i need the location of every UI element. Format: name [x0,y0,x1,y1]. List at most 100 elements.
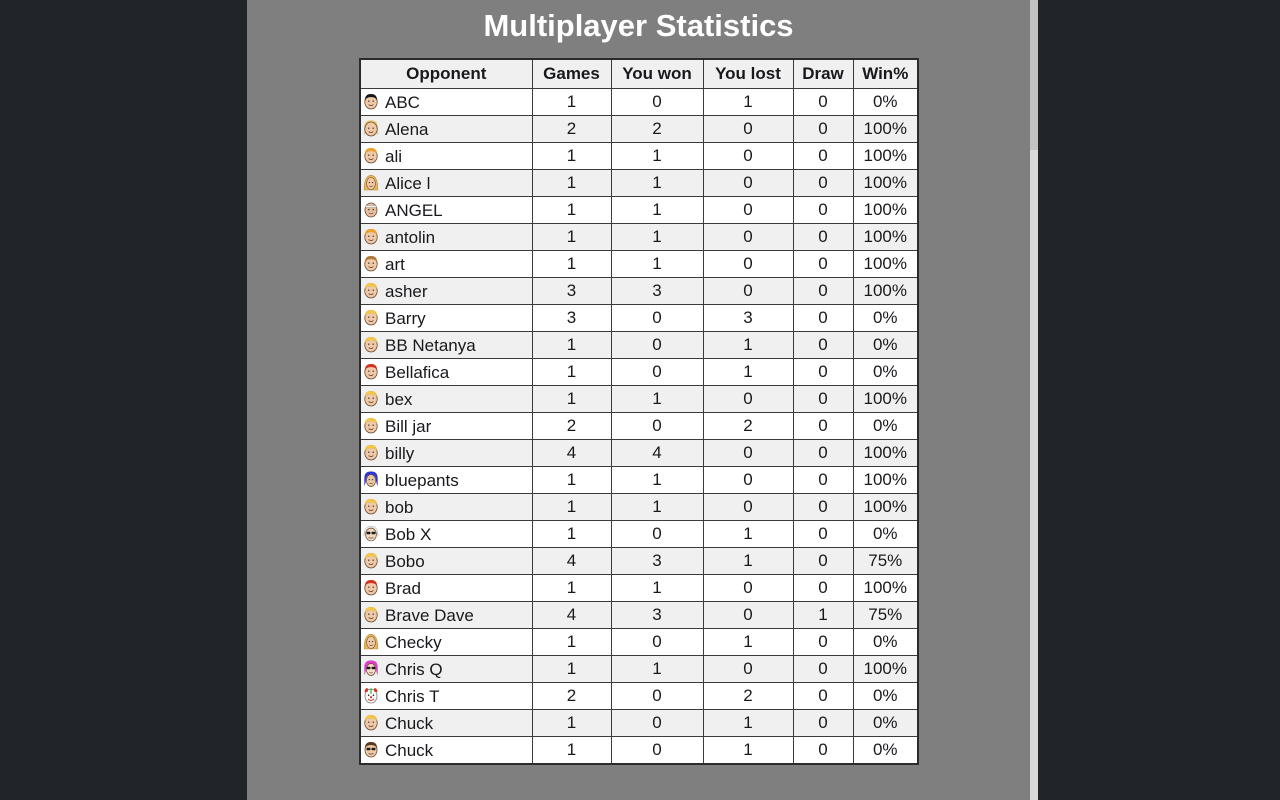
cell-draw: 0 [792,331,854,359]
table-row[interactable]: Chuck 1 0 1 0 0% [359,709,919,737]
table-row[interactable]: asher 3 3 0 0 100% [359,277,919,305]
cell-you-won: 3 [610,547,704,575]
column-header-you-lost[interactable]: You lost [702,58,794,89]
cell-games: 3 [531,304,612,332]
table-row[interactable]: Bill jar 2 0 2 0 0% [359,412,919,440]
column-header-winpct[interactable]: Win% [852,58,919,89]
column-header-draw[interactable]: Draw [792,58,854,89]
table-row[interactable]: Chris T 2 0 2 0 0% [359,682,919,710]
column-header-you-won[interactable]: You won [610,58,704,89]
cell-games: 1 [531,520,612,548]
cell-you-won: 1 [610,169,704,197]
cell-winpct: 100% [852,250,919,278]
table-row[interactable]: billy 4 4 0 0 100% [359,439,919,467]
vertical-scrollbar[interactable] [1030,0,1038,800]
right-gutter [1038,0,1280,800]
cell-you-lost: 1 [702,520,794,548]
cell-opponent: ANGEL [359,196,533,224]
cell-games: 2 [531,412,612,440]
cell-draw: 0 [792,304,854,332]
avatar-blonde-hair-face [361,442,381,462]
cell-you-won: 1 [610,142,704,170]
table-row[interactable]: antolin 1 1 0 0 100% [359,223,919,251]
cell-winpct: 100% [852,277,919,305]
cell-games: 1 [531,88,612,116]
table-row[interactable]: Brave Dave 4 3 0 1 75% [359,601,919,629]
cell-opponent: Alice l [359,169,533,197]
column-header-opponent[interactable]: Opponent [359,58,533,89]
table-row[interactable]: Alice l 1 1 0 0 100% [359,169,919,197]
avatar-brown-hair-face [361,253,381,273]
opponent-name: Bobo [385,551,425,571]
avatar-brown-hair-sunglasses-face [361,739,381,759]
avatar-red-hair-face [361,361,381,381]
table-row[interactable]: bex 1 1 0 0 100% [359,385,919,413]
table-row[interactable]: Checky 1 0 1 0 0% [359,628,919,656]
cell-opponent: Chuck [359,709,533,737]
scrollbar-thumb[interactable] [1030,0,1038,150]
opponent-name: Bill jar [385,416,432,436]
cell-draw: 0 [792,169,854,197]
avatar-blonde-hair-face [361,712,381,732]
cell-opponent: Bellafica [359,358,533,386]
cell-you-lost: 0 [702,196,794,224]
stats-table-container: Opponent Games You won You lost Draw Win… [359,58,919,765]
cell-you-lost: 1 [702,547,794,575]
cell-opponent: bluepants [359,466,533,494]
opponent-name: Chris Q [385,659,443,679]
avatar-blonde-hair-face [361,388,381,408]
cell-draw: 0 [792,655,854,683]
cell-you-lost: 1 [702,736,794,765]
cell-you-won: 1 [610,223,704,251]
cell-opponent: billy [359,439,533,467]
cell-winpct: 0% [852,709,919,737]
cell-games: 1 [531,466,612,494]
cell-draw: 0 [792,574,854,602]
cell-winpct: 100% [852,169,919,197]
opponent-name: Bellafica [385,362,450,382]
cell-games: 4 [531,547,612,575]
cell-you-won: 0 [610,736,704,765]
table-row[interactable]: Chris Q 1 1 0 0 100% [359,655,919,683]
avatar-blonde-long-hair-face [361,118,381,138]
cell-you-lost: 0 [702,115,794,143]
table-row[interactable]: Chuck 1 0 1 0 0% [359,736,919,765]
table-row[interactable]: bluepants 1 1 0 0 100% [359,466,919,494]
cell-opponent: Bill jar [359,412,533,440]
table-row[interactable]: ABC 1 0 1 0 0% [359,88,919,116]
cell-games: 1 [531,628,612,656]
cell-opponent: bob [359,493,533,521]
table-row[interactable]: bob 1 1 0 0 100% [359,493,919,521]
table-row[interactable]: Barry 3 0 3 0 0% [359,304,919,332]
table-row[interactable]: Alena 2 2 0 0 100% [359,115,919,143]
cell-you-won: 0 [610,358,704,386]
table-row[interactable]: ali 1 1 0 0 100% [359,142,919,170]
table-row[interactable]: Brad 1 1 0 0 100% [359,574,919,602]
column-header-games[interactable]: Games [531,58,612,89]
cell-you-lost: 1 [702,709,794,737]
avatar-blonde-hair-face [361,334,381,354]
opponent-name: antolin [385,227,436,247]
cell-draw: 0 [792,493,854,521]
opponent-name: Barry [385,308,426,328]
cell-you-lost: 1 [702,331,794,359]
avatar-white-hair-sunglasses-face [361,523,381,543]
cell-draw: 0 [792,196,854,224]
cell-winpct: 100% [852,655,919,683]
cell-you-won: 0 [610,88,704,116]
opponent-name: Checky [385,632,442,652]
cell-games: 1 [531,142,612,170]
table-row[interactable]: ANGEL 1 1 0 0 100% [359,196,919,224]
table-row[interactable]: Bob X 1 0 1 0 0% [359,520,919,548]
cell-you-won: 1 [610,196,704,224]
cell-opponent: Chris T [359,682,533,710]
table-row[interactable]: BB Netanya 1 0 1 0 0% [359,331,919,359]
opponent-name: bex [385,389,413,409]
table-row[interactable]: art 1 1 0 0 100% [359,250,919,278]
avatar-blonde-hair-face [361,280,381,300]
cell-draw: 0 [792,682,854,710]
avatar-clown-face [361,685,381,705]
cell-winpct: 100% [852,196,919,224]
table-row[interactable]: Bellafica 1 0 1 0 0% [359,358,919,386]
table-row[interactable]: Bobo 4 3 1 0 75% [359,547,919,575]
